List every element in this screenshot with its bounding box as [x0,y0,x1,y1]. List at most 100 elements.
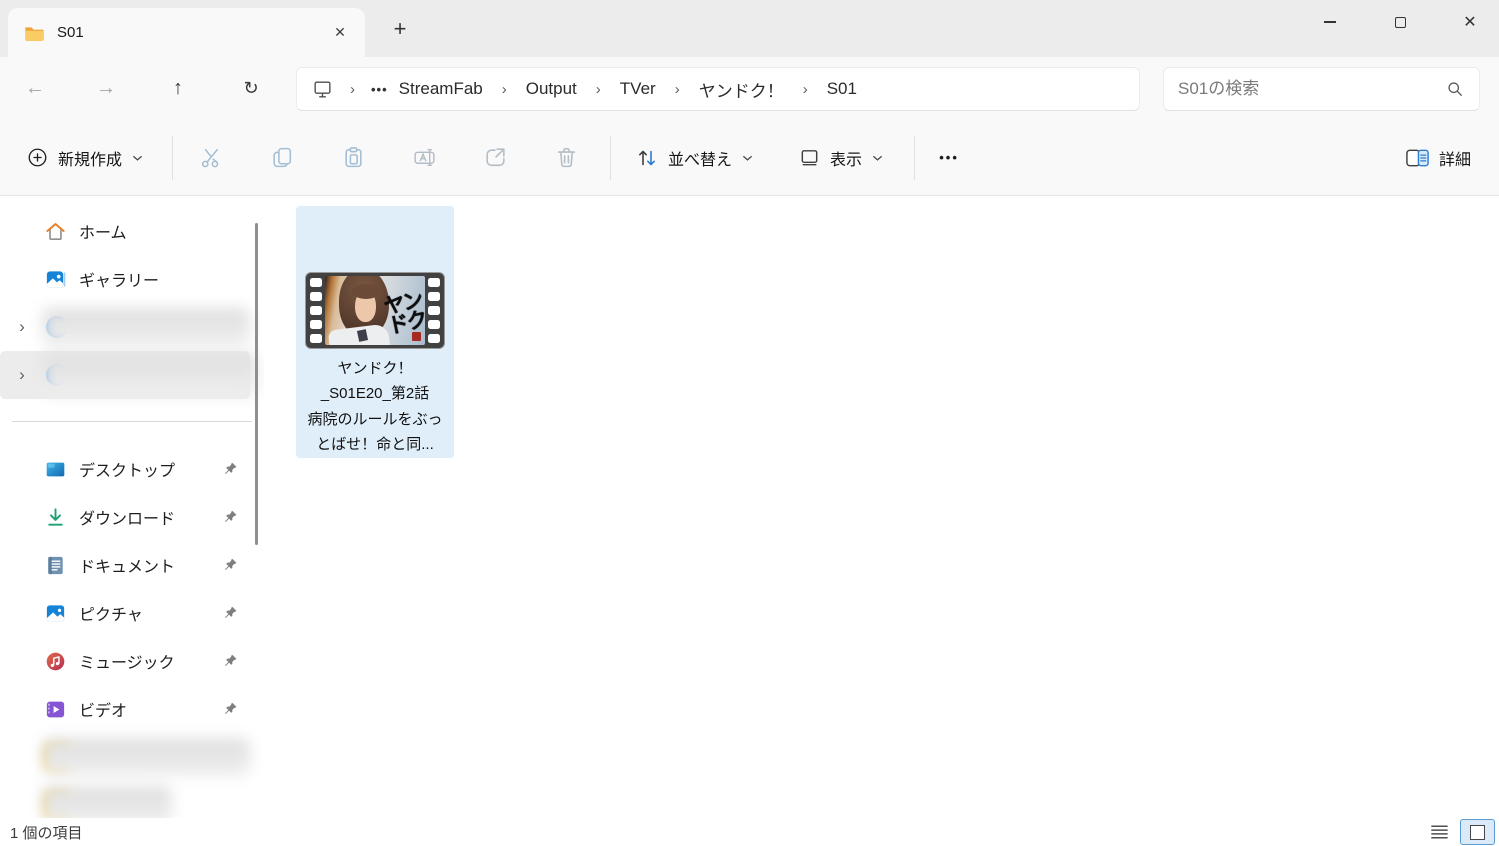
thumbnail-view-button-active[interactable] [1460,819,1495,845]
breadcrumb-separator: › [596,81,601,98]
file-list-area[interactable]: ヤンドク ヤンドク！ _S01E20_第2話 病院のルールをぶっ とばせ！命と同… [264,197,1499,818]
view-layout-icon [798,146,821,169]
thumbnail-image: ヤンドク [325,276,425,345]
breadcrumb-separator: › [675,81,680,98]
sidebar-item-folder-redacted[interactable] [0,733,264,781]
pin-icon [223,605,238,620]
tab-close-icon[interactable]: ✕ [325,18,355,48]
trash-icon [554,145,579,170]
desktop-icon [44,458,67,481]
chevron-right-icon[interactable]: › [10,351,34,399]
sidebar-item-videos[interactable]: ビデオ [0,685,264,733]
pin-icon [223,557,238,572]
rename-button[interactable] [400,134,448,182]
breadcrumb-item-output[interactable]: Output [521,76,582,102]
breadcrumb-item-yandoku[interactable]: ヤンドク！ [694,74,789,105]
redacted-label [42,308,250,346]
music-icon [44,650,67,673]
pin-icon [223,509,238,524]
breadcrumb-item-streamfab[interactable]: StreamFab [394,76,488,102]
sidebar-item-label: ホーム [79,219,127,243]
folder-icon [24,24,45,42]
search-input[interactable] [1178,79,1445,99]
sidebar-item-cloud-redacted-selected[interactable]: › [0,351,250,399]
redacted-label [42,353,257,397]
details-pane-button[interactable]: 詳細 [1395,138,1481,178]
file-explorer-window: S01 ✕ + ✕ ← → ↑ ↻ › ••• StreamFab › Outp… [0,0,1499,846]
pin-icon [223,701,238,716]
chevron-right-icon[interactable]: › [10,303,34,351]
navigation-pane: ホーム ギャラリー › › [0,197,264,818]
video-icon [44,698,67,721]
cut-button[interactable] [187,134,235,182]
share-button[interactable] [471,134,519,182]
thumbnail-view-icon [1470,825,1485,840]
copy-icon [270,145,295,170]
breadcrumb-separator: › [803,81,808,98]
thumbnail-stamp [412,332,421,341]
minimize-icon [1324,21,1336,23]
sidebar-item-cloud-redacted[interactable]: › [0,303,264,351]
forward-button[interactable]: → [88,70,124,106]
paste-button[interactable] [329,134,377,182]
breadcrumb-item-s01[interactable]: S01 [822,76,862,102]
new-button-label: 新規作成 [58,146,122,170]
video-thumbnail: ヤンドク [305,272,445,349]
sidebar-item-gallery[interactable]: ギャラリー [0,255,264,303]
sidebar-item-pictures[interactable]: ピクチャ [0,589,264,637]
clipboard-icon [341,145,366,170]
sort-button-label: 並べ替え [668,146,732,170]
sort-arrows-icon [635,146,659,170]
chevron-down-icon [871,153,884,163]
search-box [1163,67,1480,111]
search-icon[interactable] [1445,79,1465,99]
toolbar-divider [914,136,915,180]
back-button[interactable]: ← [17,70,53,106]
explorer-tab[interactable]: S01 ✕ [8,8,365,57]
sidebar-item-label: ミュージック [79,649,175,673]
filmstrip-holes [428,278,440,343]
copy-button[interactable] [258,134,306,182]
sidebar-item-label: ドキュメント [79,553,175,577]
redacted-label [42,786,172,818]
sort-button[interactable]: 並べ替え [625,138,764,178]
plus-circle-icon [26,146,49,169]
document-icon [44,554,67,577]
more-options-button[interactable]: ••• [927,136,971,180]
sidebar-item-label: ギャラリー [79,267,159,291]
sidebar-item-desktop[interactable]: デスクトップ [0,445,264,493]
sidebar-scrollbar[interactable] [255,223,258,545]
delete-button[interactable] [542,134,590,182]
pictures-icon [44,602,67,625]
maximize-button[interactable] [1377,0,1423,44]
file-name-line: 病院のルールをぶっ [299,407,451,432]
view-button[interactable]: 表示 [788,138,894,178]
new-button[interactable]: 新規作成 [16,138,154,178]
new-tab-button[interactable]: + [384,13,416,45]
breadcrumb-item-tver[interactable]: TVer [615,76,661,102]
sidebar-item-downloads[interactable]: ダウンロード [0,493,264,541]
breadcrumb-separator: › [350,81,355,98]
sidebar-item-documents[interactable]: ドキュメント [0,541,264,589]
details-pane-label: 詳細 [1439,146,1471,170]
maximize-icon [1395,17,1406,28]
file-name: ヤンドク！ _S01E20_第2話 病院のルールをぶっ とばせ！命と同... [299,356,451,458]
close-button[interactable]: ✕ [1447,0,1493,44]
sidebar-item-folder-redacted[interactable] [0,781,264,818]
minimize-button[interactable] [1307,0,1353,44]
list-view-button[interactable] [1426,819,1452,845]
breadcrumb[interactable]: › ••• StreamFab › Output › TVer › ヤンドク！ … [296,67,1140,111]
file-item-selected[interactable]: ヤンドク ヤンドク！ _S01E20_第2話 病院のルールをぶっ とばせ！命と同… [296,206,454,458]
status-bar: 1 個の項目 [0,818,1499,846]
chevron-down-icon [741,153,754,163]
thumbnail-logo-text: ヤンドク [382,290,425,337]
sidebar-item-music[interactable]: ミュージック [0,637,264,685]
monitor-icon[interactable] [311,78,334,100]
up-button[interactable]: ↑ [160,70,196,106]
sidebar-item-home[interactable]: ホーム [0,207,264,255]
refresh-button[interactable]: ↻ [233,70,269,106]
tab-title: S01 [57,24,325,41]
breadcrumb-overflow-button[interactable]: ••• [371,82,388,97]
scissors-icon [199,145,224,170]
item-count: 1 個の項目 [10,822,83,843]
